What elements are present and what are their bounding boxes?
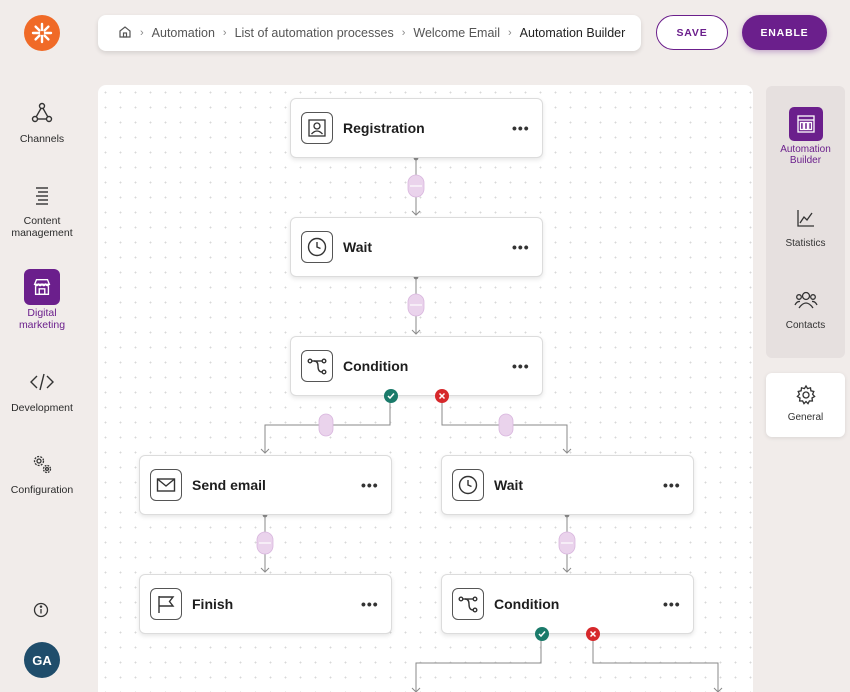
flow-node-finish[interactable]: Finish ••• [139, 574, 392, 634]
clock-icon [301, 231, 333, 263]
nav-label: Digital marketing [18, 307, 66, 331]
panel-item-contacts[interactable]: Contacts [766, 283, 845, 331]
info-icon[interactable] [32, 601, 50, 619]
more-options-icon[interactable]: ••• [663, 596, 693, 612]
panel-item-general[interactable]: General [766, 373, 845, 437]
breadcrumb-item[interactable]: List of automation processes [235, 26, 394, 40]
builder-icon [788, 107, 823, 141]
flow-node-wait-2[interactable]: Wait ••• [441, 455, 694, 515]
more-options-icon[interactable]: ••• [361, 477, 391, 493]
branch-icon [301, 350, 333, 382]
nav-item-configuration[interactable]: Configuration [0, 446, 84, 496]
more-options-icon[interactable]: ••• [512, 239, 542, 255]
contacts-icon [789, 283, 823, 317]
logo-icon [31, 22, 53, 44]
breadcrumb-current: Automation Builder [519, 26, 626, 40]
true-branch-check-icon [535, 627, 549, 641]
logo[interactable] [24, 15, 60, 51]
channels-icon [24, 95, 60, 131]
node-label: Wait [494, 477, 524, 493]
nav-label: Content management [11, 215, 73, 239]
person-badge-icon [301, 112, 333, 144]
nav-label: Configuration [10, 484, 74, 496]
avatar[interactable]: GA [24, 642, 60, 678]
automation-canvas[interactable]: Registration ••• Wait ••• Condition ••• [98, 85, 753, 692]
node-label: Finish [192, 596, 234, 612]
true-branch-check-icon [384, 389, 398, 403]
more-options-icon[interactable]: ••• [663, 477, 693, 493]
false-branch-x-icon [586, 627, 600, 641]
node-label: Wait [343, 239, 373, 255]
panel-label: Contacts [785, 320, 826, 331]
clock-icon [452, 469, 484, 501]
nav-item-content-management[interactable]: Content management [0, 177, 84, 239]
breadcrumb-item[interactable]: Automation [152, 26, 215, 40]
branch-icon [452, 588, 484, 620]
code-icon [24, 364, 60, 400]
gear-icon [789, 381, 823, 409]
chevron-right-icon: › [222, 27, 227, 39]
content-icon [24, 177, 60, 213]
more-options-icon[interactable]: ••• [512, 358, 542, 374]
right-panel: Automation Builder Statistics Contacts [766, 86, 845, 358]
flow-node-wait[interactable]: Wait ••• [290, 217, 543, 277]
panel-label: General [787, 412, 824, 423]
panel-label: Statistics [785, 238, 826, 249]
flow-node-registration[interactable]: Registration ••• [290, 98, 543, 158]
home-icon[interactable] [118, 25, 132, 42]
flow-node-condition[interactable]: Condition ••• [290, 336, 543, 396]
more-options-icon[interactable]: ••• [512, 120, 542, 136]
chart-icon [789, 201, 823, 235]
panel-label: Automation Builder [780, 144, 831, 166]
breadcrumb-item[interactable]: Welcome Email [413, 26, 500, 40]
flow-node-send-email[interactable]: Send email ••• [139, 455, 392, 515]
nav-label: Development [11, 402, 73, 414]
panel-item-statistics[interactable]: Statistics [766, 201, 845, 249]
panel-item-automation-builder[interactable]: Automation Builder [766, 107, 845, 166]
nav-item-digital-marketing[interactable]: Digital marketing [0, 269, 84, 331]
node-label: Registration [343, 120, 425, 136]
node-label: Condition [494, 596, 560, 612]
general-item[interactable]: General [766, 381, 845, 423]
storefront-icon [24, 269, 60, 305]
node-label: Condition [343, 358, 409, 374]
chevron-right-icon: › [507, 27, 512, 39]
gears-icon [24, 446, 60, 482]
nav-item-channels[interactable]: Channels [0, 95, 84, 145]
enable-button[interactable]: ENABLE [742, 15, 827, 50]
node-label: Send email [192, 477, 266, 493]
nav-label: Channels [19, 133, 65, 145]
chevron-right-icon: › [140, 27, 144, 39]
flow-node-condition-2[interactable]: Condition ••• [441, 574, 694, 634]
save-button[interactable]: SAVE [656, 15, 728, 50]
flag-icon [150, 588, 182, 620]
false-branch-x-icon [435, 389, 449, 403]
more-options-icon[interactable]: ••• [361, 596, 391, 612]
left-navigation: Channels Content management Digital mark… [0, 0, 84, 692]
envelope-icon [150, 469, 182, 501]
chevron-right-icon: › [401, 27, 406, 39]
nav-item-development[interactable]: Development [0, 364, 84, 414]
breadcrumb: › Automation › List of automation proces… [98, 15, 641, 51]
